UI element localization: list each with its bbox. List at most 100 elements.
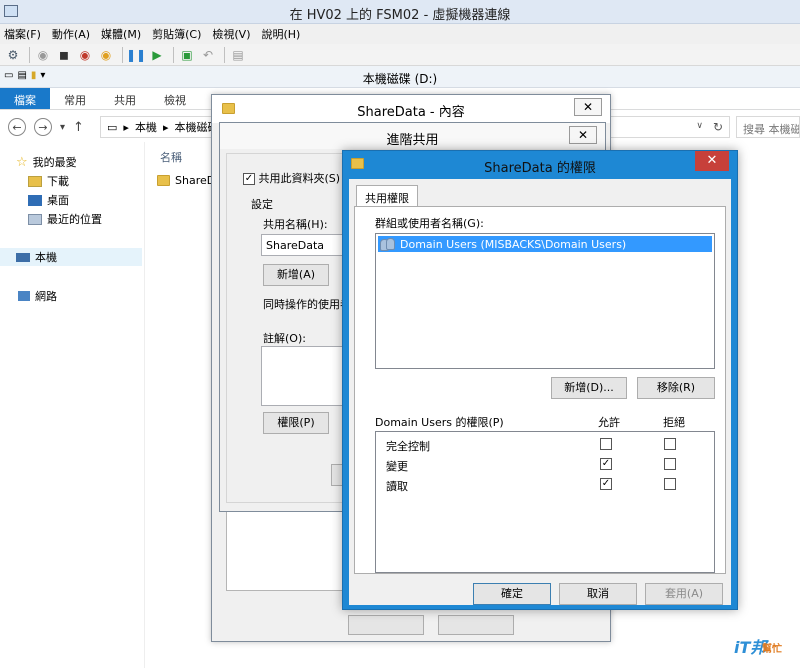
refresh-icon[interactable]: ↻	[713, 120, 723, 134]
tab-home[interactable]: 常用	[50, 88, 100, 109]
navigation-pane: ☆ 我的最愛 下載 桌面 最近的位置 本機 網路	[0, 142, 145, 668]
advanced-sharing-titlebar: 進階共用 ✕	[220, 123, 605, 149]
menu-clipboard[interactable]: 剪貼簿(C)	[152, 26, 201, 42]
pause-icon[interactable]: ❚❚	[126, 46, 146, 64]
comment-field[interactable]	[261, 346, 353, 406]
share-name-label: 共用名稱(H):	[263, 218, 328, 231]
breadcrumb-this-pc[interactable]: 本機	[135, 119, 157, 135]
nav-favorites-label: 我的最愛	[32, 156, 77, 169]
enhanced-session-icon[interactable]: ▤	[229, 46, 247, 64]
add-share-button[interactable]: 新增(A)	[263, 264, 329, 286]
turn-off-icon[interactable]: ◼	[55, 46, 73, 64]
menu-view[interactable]: 檢視(V)	[212, 26, 250, 42]
permissions-dialog: ShareData 的權限 ✕ 共用權限 群組或使用者名稱(G): Domain…	[342, 150, 738, 610]
properties-ok-button[interactable]	[348, 615, 424, 635]
nav-desktop[interactable]: 桌面	[28, 192, 69, 208]
address-dropdown-icon[interactable]: ∨	[696, 121, 703, 131]
resume-icon[interactable]: ▶	[148, 46, 166, 64]
nav-this-pc-label: 本機	[35, 251, 57, 264]
remove-user-button[interactable]: 移除(R)	[637, 377, 715, 399]
recent-places-icon	[28, 213, 42, 225]
share-permissions-panel: 群組或使用者名稱(G): Domain Users (MISBACKS\Doma…	[354, 206, 726, 574]
menu-media[interactable]: 媒體(M)	[101, 26, 141, 42]
tab-share[interactable]: 共用	[100, 88, 150, 109]
permissions-titlebar: ShareData 的權限 ✕	[343, 151, 737, 177]
explorer-titlebar: ▭ ▤ ▮ ▾ 本機磁碟 (D:)	[0, 66, 800, 88]
checkpoint-icon[interactable]: ▣	[178, 46, 196, 64]
tab-file[interactable]: 檔案	[0, 88, 50, 109]
group-user-list[interactable]: Domain Users (MISBACKS\Domain Users)	[375, 233, 715, 369]
list-item[interactable]: Domain Users (MISBACKS\Domain Users)	[378, 236, 712, 252]
vm-toolbar: ⚙ ◉ ◼ ◉ ◉ ❚❚ ▶ ▣ ↶ ▤	[0, 44, 800, 66]
nav-downloads[interactable]: 下載	[28, 173, 69, 189]
properties-title: ShareData - 內容	[357, 105, 465, 120]
breadcrumb-separator-icon: ▸	[162, 120, 169, 134]
permission-read: 讀取	[386, 480, 408, 493]
nav-recent[interactable]: 最近的位置	[28, 211, 102, 227]
folder-icon	[157, 175, 170, 186]
search-input[interactable]: 搜尋 本機磁碟	[736, 116, 800, 138]
share-name-value: ShareData	[266, 239, 325, 252]
nav-recent-label: 最近的位置	[47, 213, 102, 226]
recent-locations-icon[interactable]: ▾	[60, 122, 65, 133]
menu-help[interactable]: 說明(H)	[261, 26, 300, 42]
nav-network[interactable]: 網路	[18, 288, 57, 304]
permissions-for-label: Domain Users 的權限(P)	[375, 416, 504, 429]
tab-view[interactable]: 檢視	[150, 88, 200, 109]
allow-column-header: 允許	[598, 416, 620, 429]
allow-full-control-checkbox[interactable]	[600, 438, 612, 450]
revert-icon[interactable]: ↶	[199, 46, 217, 64]
permissions-title: ShareData 的權限	[484, 161, 596, 176]
allow-change-checkbox[interactable]: ✓	[600, 458, 612, 470]
nav-this-pc[interactable]: 本機	[0, 248, 142, 266]
shutdown-icon[interactable]: ◉	[76, 46, 94, 64]
up-icon[interactable]: ↑	[73, 120, 84, 135]
forward-icon[interactable]: →	[34, 118, 52, 136]
toolbar-separator	[224, 46, 225, 63]
ctrl-alt-del-icon[interactable]: ⚙	[4, 46, 22, 64]
vm-window-title: 在 HV02 上的 FSM02 - 虛擬機器連線	[289, 8, 511, 23]
deny-read-checkbox[interactable]	[664, 478, 676, 490]
settings-group-label: 設定	[251, 198, 273, 211]
share-folder-label: 共用此資料夾(S)	[258, 172, 341, 185]
explorer-title: 本機磁碟 (D:)	[362, 72, 438, 86]
cancel-button[interactable]: 取消	[559, 583, 637, 605]
pc-icon: ▭	[107, 120, 118, 134]
share-folder-checkbox[interactable]: ✓	[243, 173, 255, 185]
network-icon	[18, 291, 30, 301]
menu-file[interactable]: 檔案(F)	[4, 26, 41, 42]
user-name: Domain Users (MISBACKS\Domain Users)	[400, 237, 627, 251]
close-icon[interactable]: ✕	[574, 98, 602, 116]
share-name-field[interactable]: ShareData	[261, 234, 353, 256]
close-icon[interactable]: ✕	[569, 126, 597, 144]
ithome-watermark: iT邦 幫忙	[734, 630, 794, 662]
deny-column-header: 拒絕	[663, 416, 685, 429]
nav-favorites[interactable]: ☆ 我的最愛	[16, 154, 77, 170]
properties-cancel-button[interactable]	[438, 615, 514, 635]
menu-action[interactable]: 動作(A)	[52, 26, 90, 42]
nav-network-label: 網路	[35, 290, 57, 303]
permissions-table: 完全控制 變更 ✓ 讀取 ✓	[375, 431, 715, 573]
toolbar-separator	[122, 46, 123, 63]
column-header-name[interactable]: 名稱	[160, 149, 182, 165]
vm-menubar: 檔案(F) 動作(A) 媒體(M) 剪貼簿(C) 檢視(V) 說明(H)	[0, 24, 800, 44]
tab-share-permissions[interactable]: 共用權限	[356, 185, 418, 207]
close-icon[interactable]: ✕	[695, 151, 729, 171]
permission-change: 變更	[386, 460, 408, 473]
allow-read-checkbox[interactable]: ✓	[600, 478, 612, 490]
ok-button[interactable]: 確定	[473, 583, 551, 605]
apply-button[interactable]: 套用(A)	[645, 583, 723, 605]
deny-change-checkbox[interactable]	[664, 458, 676, 470]
deny-full-control-checkbox[interactable]	[664, 438, 676, 450]
advanced-sharing-title: 進階共用	[386, 133, 439, 148]
nav-desktop-label: 桌面	[47, 194, 69, 207]
back-icon[interactable]: ←	[8, 118, 26, 136]
toolbar-separator	[29, 46, 30, 63]
share-folder-checkbox-row[interactable]: ✓ 共用此資料夾(S)	[243, 170, 340, 186]
add-user-button[interactable]: 新增(D)...	[551, 377, 627, 399]
permissions-button[interactable]: 權限(P)	[263, 412, 329, 434]
limit-users-label: 同時操作的使用者	[263, 298, 351, 311]
start-icon[interactable]: ◉	[34, 46, 52, 64]
star-icon: ☆	[16, 154, 28, 170]
save-state-icon[interactable]: ◉	[97, 46, 115, 64]
